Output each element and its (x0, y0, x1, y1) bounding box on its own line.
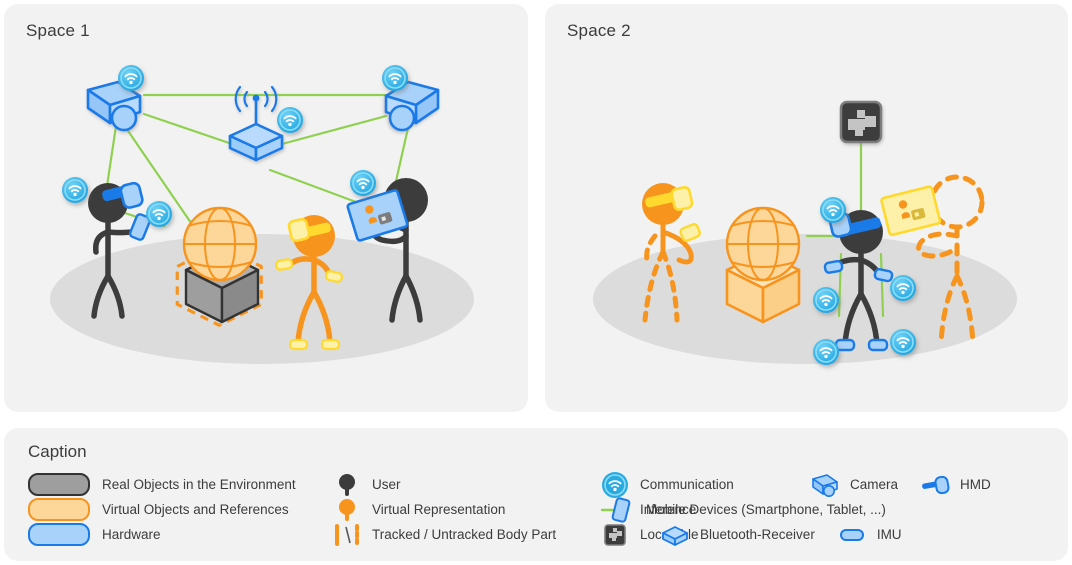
hand-tracker-icon (679, 223, 701, 242)
legend-label: Real Objects in the Environment (102, 477, 296, 492)
real-object-swatch (28, 473, 90, 496)
legend-column-hardware: Camera HMD Mobile Devices (Smartphone, T… (611, 472, 991, 547)
bluetooth-receiver-icon (660, 524, 690, 546)
floor-ellipse (593, 234, 1017, 364)
legend-label: Tracked / Untracked Body Part (372, 527, 557, 542)
virtual-globe (182, 206, 258, 282)
communication-icon (61, 176, 89, 204)
legend-label: HMD (960, 477, 991, 492)
communication-icon (812, 286, 840, 314)
tablet-icon (880, 185, 942, 237)
locatable-icon (600, 523, 630, 546)
floor-ellipse (50, 234, 474, 364)
space-2-panel: Space 2 (545, 4, 1068, 412)
communication-icon (381, 64, 409, 92)
locatable-marker-top (839, 100, 883, 144)
legend-label: Communication (640, 477, 734, 492)
hardware-swatch (28, 523, 90, 546)
virtual-representation-icon (332, 498, 362, 521)
communication-icon (349, 169, 377, 197)
tracked-untracked-icon (332, 523, 362, 546)
communication-icon (819, 196, 847, 224)
user-icon (332, 473, 362, 496)
legend-label: Mobile Devices (Smartphone, Tablet, ...) (646, 502, 886, 517)
caption-title: Caption (28, 442, 87, 461)
legend-item-tracked-untracked: Tracked / Untracked Body Part (332, 522, 556, 547)
legend-column-objects: Real Objects in the Environment Virtual … (28, 472, 296, 547)
legend-label: Virtual Objects and References (102, 502, 289, 517)
legend-item-user: User (332, 472, 556, 497)
legend-label: User (372, 477, 401, 492)
communication-icon (117, 64, 145, 92)
legend-hardware-row-3: Bluetooth-Receiver IMU (660, 522, 991, 547)
legend-label: Bluetooth-Receiver (700, 527, 815, 542)
bluetooth-receiver-center (228, 85, 284, 162)
space-2-scene (593, 100, 1017, 366)
tablet-icon (346, 189, 409, 242)
legend-hardware-row-2: Mobile Devices (Smartphone, Tablet, ...) (606, 496, 991, 523)
legend-item-virtual-representation: Virtual Representation (332, 497, 556, 522)
hmd-icon (920, 474, 950, 496)
space-1-scene (50, 64, 474, 364)
virtual-globe (725, 206, 801, 282)
communication-icon (889, 274, 917, 302)
legend-hardware-row-1: Camera HMD (810, 472, 991, 497)
communication-icon (600, 471, 630, 499)
legend-item-communication: Communication (600, 471, 734, 499)
communication-icon (276, 106, 304, 134)
communication-icon (145, 200, 173, 228)
communication-icon (812, 338, 840, 366)
caption-panel: Caption Real Objects in the Environment … (4, 428, 1068, 561)
legend-column-people: User Virtual Representation Tracked / Un… (332, 472, 556, 547)
space-1-panel: Space 1 (4, 4, 528, 412)
legend-label: Virtual Representation (372, 502, 506, 517)
virtual-object-swatch (28, 498, 90, 521)
legend-item-real-objects: Real Objects in the Environment (28, 472, 296, 497)
communication-icon (889, 328, 917, 356)
imu-icon (837, 526, 867, 544)
legend-item-hardware: Hardware (28, 522, 296, 547)
legend-label: Camera (850, 477, 899, 492)
camera-icon (810, 473, 840, 497)
legend-label: Hardware (102, 527, 161, 542)
mobile-device-icon (606, 496, 636, 523)
legend-item-virtual-objects: Virtual Objects and References (28, 497, 296, 522)
legend-label: IMU (876, 527, 902, 542)
